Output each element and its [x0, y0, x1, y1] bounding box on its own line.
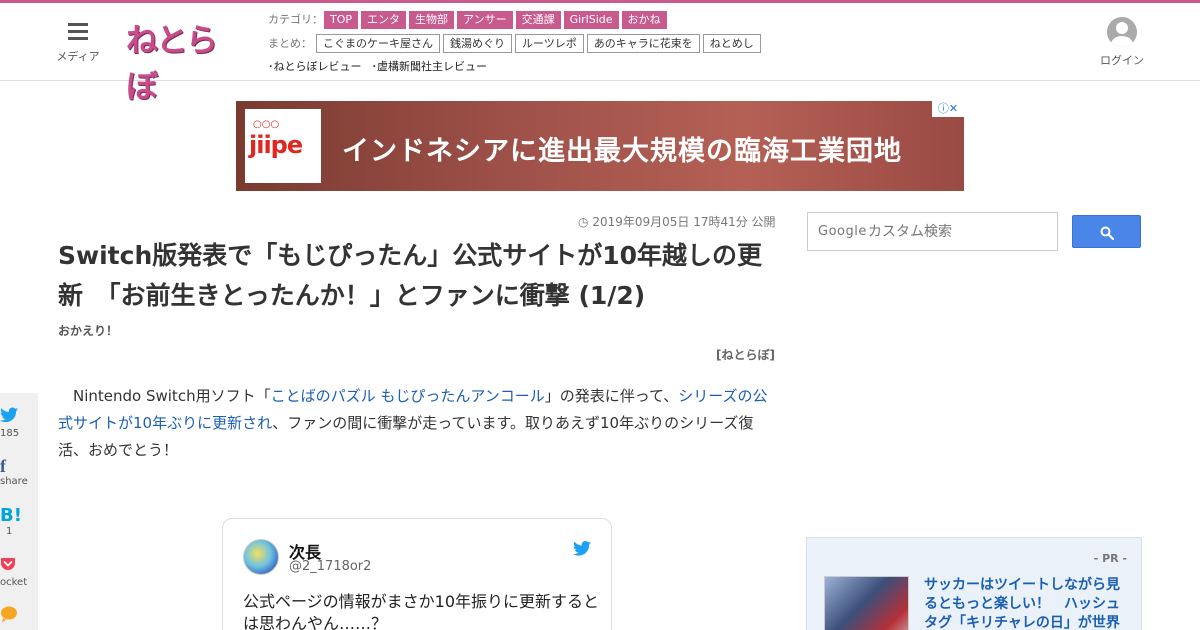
site-logo[interactable]: ねとらぼ [126, 17, 242, 105]
user-icon [1107, 17, 1137, 47]
category-link[interactable]: アンサー [457, 11, 513, 29]
category-nav: カテゴリ： TOP エンタ 生物部 アンサー 交通課 GirlSide おかね [268, 11, 670, 29]
category-link[interactable]: 生物部 [409, 11, 455, 29]
hamburger-icon [68, 23, 88, 41]
tweet-author-handle[interactable]: @2_1718or2 [289, 559, 371, 574]
search-button[interactable] [1072, 215, 1141, 248]
category-link[interactable]: GirlSide [563, 11, 619, 29]
article-body: Nintendo Switch用ソフト「ことばのパズル もじぴったんアンコール」… [58, 387, 768, 459]
search-input[interactable] [868, 222, 1053, 242]
summary-link[interactable]: こぐまのケーキ屋さん [316, 34, 440, 53]
twitter-icon [0, 407, 38, 428]
category-prefix: カテゴリ： [268, 13, 323, 26]
share-bar: 185 f share B! 1 ocket [0, 393, 38, 630]
review-link[interactable]: ･虚構新聞社主レビュー [372, 60, 488, 73]
summary-link[interactable]: ねとめし [702, 34, 761, 53]
category-link[interactable]: エンタ [361, 11, 407, 29]
review-nav: ･ねとらぼレビュー ･虚構新聞社主レビュー [268, 58, 497, 74]
google-logo: Google [818, 224, 867, 239]
login-button[interactable]: ログイン [1096, 17, 1148, 68]
ad-brand: jiipe [249, 131, 303, 159]
publish-date: ◷ 2019年09月05日 17時41分 公開 [578, 215, 776, 229]
summary-link[interactable]: 銭湯めぐり [443, 34, 512, 53]
menu-label: メディア [56, 50, 100, 63]
pr-box: - PR - サッカーはツイートしながら見るともっと楽しい！ ハッシュタグ「キリ… [806, 537, 1142, 630]
hatena-count: 1 [6, 526, 13, 537]
ad-logo: ○○○ jiipe [245, 109, 321, 183]
summary-link[interactable]: ルーツレポ [515, 34, 584, 53]
share-facebook[interactable]: f share [0, 456, 38, 487]
site-header: メディア ねとらぼ カテゴリ： TOP エンタ 生物部 アンサー 交通課 GirlSide お… [0, 3, 1200, 105]
summary-link[interactable]: あのキャラに花束を [586, 34, 700, 53]
share-pocket[interactable]: ocket [0, 556, 38, 588]
category-link[interactable]: おかね [621, 11, 667, 29]
menu-button[interactable]: メディア [52, 23, 104, 64]
game-link[interactable]: ことばのパズル もじぴったんアンコール [271, 387, 545, 405]
share-comment[interactable] [0, 606, 38, 627]
ad-close-icon[interactable]: ⓘ✕ [932, 101, 964, 117]
facebook-icon: f [0, 456, 6, 476]
hatena-icon: B! [0, 505, 22, 526]
facebook-label: share [0, 476, 28, 487]
pr-label: - PR - [1093, 552, 1127, 565]
comment-icon [0, 606, 38, 627]
article-title: Switch版発表で「もじぴったん」公式サイトが10年越しの更新 「お前生きとっ… [58, 241, 763, 310]
clock-icon: ◷ [578, 215, 589, 229]
article-subtitle: おかえり！ [58, 324, 119, 338]
article-source: [ねとらぼ] [716, 348, 775, 362]
share-hatena[interactable]: B! 1 [0, 505, 38, 538]
category-link[interactable]: 交通課 [515, 11, 561, 29]
twitter-count: 185 [0, 428, 20, 439]
tweet-text: 公式ページの情報がまさか10年振りに更新するとは思わんやん……？ [243, 592, 600, 630]
pocket-icon [0, 556, 38, 577]
site-search: Google [807, 212, 1058, 251]
pr-article-link[interactable]: サッカーはツイートしながら見るともっと楽しい！ ハッシュタグ「キリチャレの日」が… [924, 576, 1130, 630]
banner-ad[interactable]: ○○○ jiipe インドネシアに進出最大規模の臨海工業団地 ⓘ✕ [236, 101, 964, 191]
summary-prefix: まとめ： [268, 37, 312, 50]
category-link[interactable]: TOP [324, 11, 359, 29]
summary-nav: まとめ： こぐまのケーキ屋さん 銭湯めぐり ルーツレポ あのキャラに花束を ねとめし [268, 34, 764, 53]
pocket-label: ocket [0, 577, 28, 588]
tweet-avatar[interactable] [243, 539, 279, 575]
twitter-bird-icon[interactable] [573, 541, 591, 556]
ad-headline: インドネシアに進出最大規模の臨海工業団地 [342, 136, 902, 167]
review-link[interactable]: ･ねとらぼレビュー [268, 60, 362, 73]
share-twitter[interactable]: 185 [0, 407, 38, 439]
embedded-tweet[interactable]: 次長 @2_1718or2 公式ページの情報がまさか10年振りに更新するとは思わ… [222, 518, 612, 630]
login-label: ログイン [1100, 54, 1144, 67]
ad-logo-rings-icon: ○○○ [253, 119, 280, 130]
pr-thumbnail[interactable] [824, 576, 909, 630]
search-icon [1100, 226, 1114, 240]
